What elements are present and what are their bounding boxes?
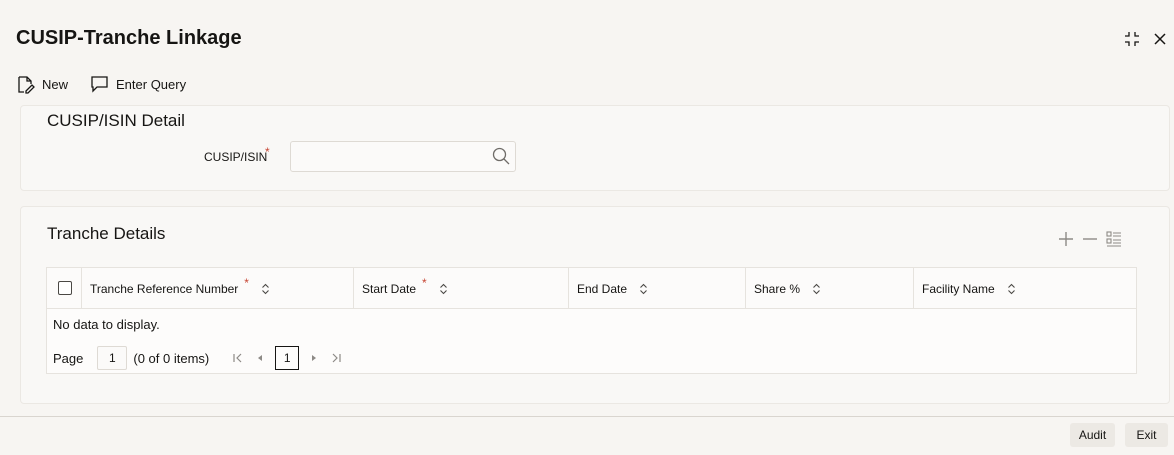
sort-icon[interactable] [639,283,648,295]
new-button[interactable]: New [16,75,68,94]
footer-divider [0,416,1174,417]
plus-icon [1059,232,1073,246]
required-marker: * [244,275,249,290]
close-window-button[interactable] [1149,28,1171,50]
close-icon [1154,33,1166,45]
table-header: Tranche Reference Number * Start Date * … [47,268,1136,309]
collapse-icon [1125,32,1139,46]
delete-row-button[interactable] [1078,228,1102,250]
column-header-start-date[interactable]: Start Date * [353,268,569,309]
next-page-button[interactable] [303,346,325,370]
items-count: (0 of 0 items) [133,350,210,366]
enter-query-label: Enter Query [116,76,187,92]
empty-table-message: No data to display. [53,317,160,332]
column-header-facility-name[interactable]: Facility Name [913,268,1136,309]
column-header-tranche-reference[interactable]: Tranche Reference Number * [81,268,355,309]
last-page-icon [332,353,341,363]
page-number-button[interactable]: 1 [275,346,300,370]
cusip-section-title: CUSIP/ISIN Detail [47,111,185,130]
cusip-input[interactable] [290,141,516,172]
page-label: Page [53,350,84,366]
column-label: Tranche Reference Number [90,281,239,296]
column-label: End Date [577,281,628,296]
column-label: Share % [754,281,801,296]
add-row-button[interactable] [1054,228,1078,250]
page-title: CUSIP-Tranche Linkage [16,27,242,49]
cusip-tranche-linkage-window: CUSIP-Tranche Linkage New Enter Query CU… [0,0,1174,455]
cusip-detail-panel [20,105,1170,191]
column-header-end-date[interactable]: End Date [568,268,746,309]
single-record-view-button[interactable] [1102,228,1126,250]
first-page-button[interactable] [227,346,249,370]
minus-icon [1083,238,1097,240]
column-label: Facility Name [922,281,995,296]
sort-icon[interactable] [261,283,270,295]
required-marker: * [265,145,270,159]
pagination: Page (0 of 0 items) 1 [53,346,347,370]
grid-actions [1054,228,1126,250]
sort-icon[interactable] [1007,283,1016,295]
new-document-icon [18,75,35,94]
search-icon [492,147,510,165]
required-marker: * [422,275,427,290]
new-label: New [42,76,69,92]
exit-button[interactable]: Exit [1125,423,1168,447]
list-detail-icon [1106,231,1121,247]
tranche-section-title: Tranche Details [47,224,166,243]
page-number-input[interactable] [97,346,128,370]
tranche-table: Tranche Reference Number * Start Date * … [46,267,1137,374]
audit-button[interactable]: Audit [1070,423,1115,447]
title-bar: CUSIP-Tranche Linkage [0,0,1174,62]
minimize-window-button[interactable] [1121,28,1143,50]
previous-page-icon [258,355,263,361]
previous-page-button[interactable] [249,346,271,370]
cusip-search-button[interactable] [491,146,511,166]
column-label: Start Date [362,281,417,296]
enter-query-button[interactable]: Enter Query [90,75,186,93]
sort-icon[interactable] [439,283,448,295]
comment-icon [91,76,108,93]
cusip-field-label: CUSIP/ISIN [204,150,268,164]
toolbar: New Enter Query [16,72,186,96]
column-header-share-percent[interactable]: Share % [745,268,915,309]
sort-icon[interactable] [812,283,821,295]
first-page-icon [233,353,242,363]
next-page-icon [312,355,317,361]
select-all-checkbox[interactable] [58,281,72,295]
last-page-button[interactable] [325,346,347,370]
